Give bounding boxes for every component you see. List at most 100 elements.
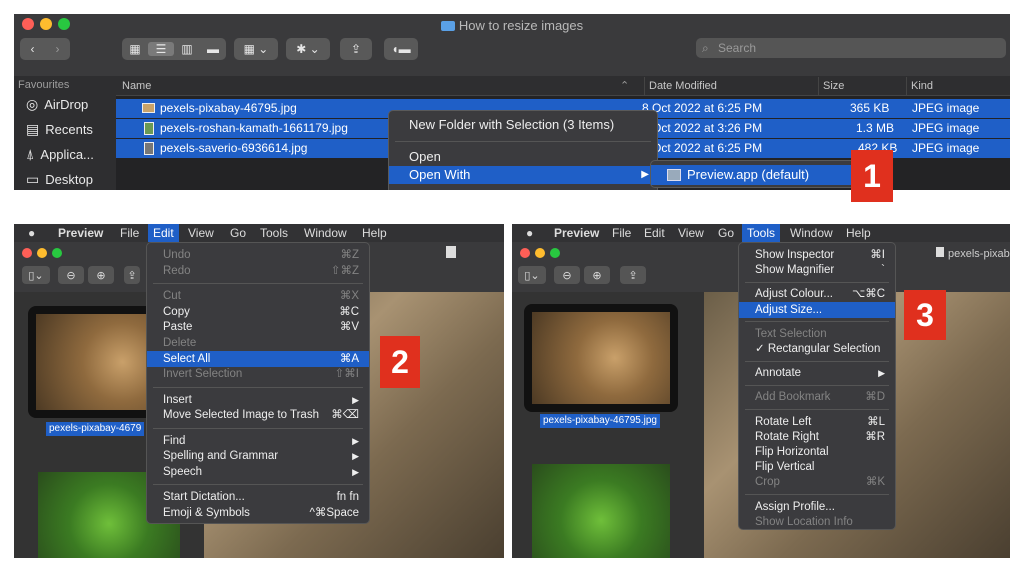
chevron-left-icon[interactable]: ‹ bbox=[20, 42, 45, 56]
document-icon bbox=[446, 246, 456, 258]
share-icon[interactable]: ⇪ bbox=[124, 266, 140, 284]
clock-icon: ▤ bbox=[26, 121, 40, 137]
sidebar-item-airdrop[interactable]: ◎ AirDrop bbox=[26, 96, 88, 113]
open-with-submenu: Preview.app (default) bbox=[650, 160, 862, 188]
menu-item-open-with[interactable]: Open With ▶ bbox=[389, 166, 657, 184]
zoom-in-icon[interactable]: ⊕ bbox=[88, 266, 114, 284]
menu-bar: ● Preview File Edit View Go Tools Window… bbox=[512, 224, 1010, 242]
menu-view[interactable]: View bbox=[678, 224, 704, 242]
group-button[interactable]: ▦ ⌄ bbox=[234, 38, 278, 60]
share-button[interactable]: ⇪ bbox=[340, 38, 372, 60]
menu-window[interactable]: Window bbox=[304, 224, 347, 242]
action-button[interactable]: ✱ ⌄ bbox=[286, 38, 330, 60]
grid-icon: ▦ ⌄ bbox=[243, 42, 269, 56]
column-kind[interactable]: Kind bbox=[906, 77, 933, 95]
column-date[interactable]: Date Modified bbox=[644, 77, 717, 95]
list-view-icon[interactable]: ☰ bbox=[148, 42, 174, 56]
menu-item-add-bookmark: Add Bookmark ⌘D bbox=[755, 391, 885, 404]
tag-icon: ◖▬ bbox=[391, 42, 411, 56]
parrot-thumbnail-image[interactable] bbox=[532, 464, 670, 558]
menu-file[interactable]: File bbox=[612, 224, 631, 242]
icon-view-icon[interactable]: ▦ bbox=[122, 42, 148, 56]
menu-item-crop: Crop ⌘K bbox=[755, 476, 885, 489]
sidebar: Favourites ◎ AirDrop ▤ Recents ⍋ Applica...… bbox=[14, 76, 116, 190]
share-icon[interactable]: ⇪ bbox=[620, 266, 646, 284]
sidebar-item-applications[interactable]: ⍋ Applica... bbox=[26, 146, 94, 163]
menu-item-move-selected-image-to-trash[interactable]: Move Selected Image to Trash ⌘⌫ bbox=[147, 407, 369, 423]
zoom-in-icon[interactable]: ⊕ bbox=[584, 266, 610, 284]
menu-item-start-dictation[interactable]: Start Dictation... fn fn bbox=[147, 489, 369, 505]
sidebar-toggle-icon[interactable]: ▯⌄ bbox=[22, 266, 50, 284]
menu-edit[interactable]: Edit bbox=[148, 224, 179, 242]
minimize-window-button[interactable] bbox=[37, 248, 47, 258]
jpeg-file-icon bbox=[142, 103, 155, 113]
menu-go[interactable]: Go bbox=[718, 224, 734, 242]
menu-item-find[interactable]: Find ▶ bbox=[147, 433, 369, 449]
zoom-out-icon[interactable]: ⊖ bbox=[58, 266, 84, 284]
menu-go[interactable]: Go bbox=[230, 224, 246, 242]
preview-app-icon bbox=[667, 169, 681, 181]
menu-window[interactable]: Window bbox=[790, 224, 833, 242]
menu-item-show-inspector[interactable]: Show Inspector ⌘I bbox=[739, 247, 895, 263]
menu-item-copy[interactable]: Copy ⌘C bbox=[147, 304, 369, 320]
jpeg-file-icon bbox=[144, 142, 154, 155]
search-input[interactable]: ⌕ Search bbox=[696, 38, 1006, 58]
menu-tools[interactable]: Tools bbox=[742, 224, 781, 242]
gear-icon: ✱ ⌄ bbox=[296, 42, 320, 56]
zoom-window-button[interactable] bbox=[52, 248, 62, 258]
menu-item-adjust-colour[interactable]: Adjust Colour... ⌥⌘C bbox=[739, 286, 895, 302]
thumbnail-selected[interactable] bbox=[524, 304, 678, 412]
close-window-button[interactable] bbox=[520, 248, 530, 258]
zoom-out-icon[interactable]: ⊖ bbox=[554, 266, 580, 284]
menu-item-new-folder[interactable]: New Folder with Selection (3 Items) bbox=[389, 115, 657, 135]
apple-menu-icon[interactable]: ● bbox=[526, 224, 533, 242]
gallery-view-icon[interactable]: ▬ bbox=[200, 42, 226, 56]
sidebar-toggle-icon[interactable]: ▯⌄ bbox=[518, 266, 546, 284]
menu-item-annotate[interactable]: Annotate ▶ bbox=[739, 365, 895, 381]
menu-preview[interactable]: Preview bbox=[554, 224, 599, 242]
menu-item-open[interactable]: Open bbox=[389, 148, 657, 166]
menu-help[interactable]: Help bbox=[362, 224, 387, 242]
menu-separator bbox=[153, 484, 363, 486]
menu-item-speech[interactable]: Speech ▶ bbox=[147, 464, 369, 480]
close-window-button[interactable] bbox=[22, 248, 32, 258]
menu-separator bbox=[395, 141, 651, 142]
menu-file[interactable]: File bbox=[120, 224, 139, 242]
tag-button[interactable]: ◖▬ bbox=[384, 38, 418, 60]
menu-item-paste[interactable]: Paste ⌘V bbox=[147, 319, 369, 335]
chevron-right-icon[interactable]: › bbox=[45, 42, 70, 56]
menu-item-insert[interactable]: Insert ▶ bbox=[147, 392, 369, 408]
menu-item-show-magnifier[interactable]: Show Magnifier ` bbox=[739, 262, 895, 278]
menu-item-cut: Cut ⌘X bbox=[163, 289, 359, 302]
menu-tools[interactable]: Tools bbox=[260, 224, 288, 242]
sidebar-item-desktop[interactable]: ▭ Desktop bbox=[26, 171, 93, 188]
zoom-window-button[interactable] bbox=[550, 248, 560, 258]
menu-item-rectangular-selection[interactable]: ✓ Rectangular Selection bbox=[739, 341, 895, 357]
back-forward-buttons[interactable]: ‹ › bbox=[20, 38, 70, 60]
apple-menu-icon[interactable]: ● bbox=[28, 224, 35, 242]
menu-item-adjust-size[interactable]: Adjust Size... bbox=[739, 301, 895, 318]
column-size[interactable]: Size bbox=[818, 77, 844, 95]
column-name[interactable]: Name bbox=[122, 77, 151, 95]
sidebar-item-recents[interactable]: ▤ Recents bbox=[26, 121, 93, 138]
menu-preview[interactable]: Preview bbox=[58, 224, 103, 242]
airdrop-icon: ◎ bbox=[26, 96, 39, 112]
menu-item-spelling-and-grammar[interactable]: Spelling and Grammar ▶ bbox=[147, 448, 369, 464]
menu-item-rotate-right[interactable]: Rotate Right ⌘R bbox=[739, 429, 895, 445]
menu-help[interactable]: Help bbox=[846, 224, 871, 242]
menu-view[interactable]: View bbox=[188, 224, 214, 242]
tools-menu: Show Inspector ⌘I Show Magnifier ` Adjust Co… bbox=[738, 242, 896, 530]
column-view-icon[interactable]: ▥ bbox=[174, 42, 200, 56]
menu-item-flip-vertical[interactable]: Flip Vertical bbox=[739, 459, 895, 475]
menu-item-select-all[interactable]: Select All ⌘A bbox=[147, 350, 369, 367]
menu-item-flip-horizontal[interactable]: Flip Horizontal bbox=[739, 444, 895, 460]
menu-item-assign-profile[interactable]: Assign Profile... bbox=[739, 499, 895, 515]
finder-toolbar: How to resize images ‹ › ▦ ☰ ▥ ▬ ▦ ⌄ ✱ ⌄ ⇪ ◖… bbox=[14, 14, 1010, 76]
view-mode-buttons[interactable]: ▦ ☰ ▥ ▬ bbox=[122, 38, 226, 60]
menu-item-emoji-symbols[interactable]: Emoji & Symbols ^⌘Space bbox=[147, 505, 369, 521]
menu-item-rotate-left[interactable]: Rotate Left ⌘L bbox=[739, 414, 895, 430]
minimize-window-button[interactable] bbox=[535, 248, 545, 258]
menu-item-preview-app[interactable]: Preview.app (default) bbox=[651, 165, 861, 185]
menu-edit[interactable]: Edit bbox=[644, 224, 665, 242]
column-header-row bbox=[116, 76, 1010, 96]
